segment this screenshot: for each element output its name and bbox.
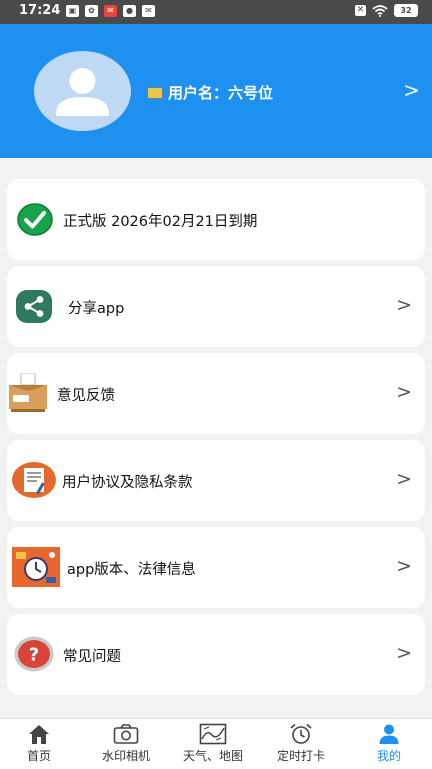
clock-illustration-icon	[12, 547, 60, 587]
feedback-label: 意见反馈	[57, 388, 115, 404]
user-agreement-label: 用户协议及隐私条款	[62, 475, 193, 491]
share-app-item[interactable]: 分享app >	[7, 266, 425, 347]
tab-home[interactable]: 首页	[0, 719, 82, 769]
username-label: 用户名：六号位	[168, 84, 274, 102]
battery-icon: 32	[394, 4, 418, 17]
alarm-icon	[290, 723, 312, 744]
notification-icon: ▣	[66, 5, 79, 17]
notification-icon: ✉	[104, 5, 117, 17]
tab-scheduled-checkin[interactable]: 定时打卡	[258, 719, 344, 769]
share-icon	[16, 290, 52, 323]
map-icon	[199, 723, 227, 745]
tab-watermark-camera[interactable]: 水印相机	[83, 719, 169, 769]
app-version-item[interactable]: app版本、法律信息 >	[7, 527, 425, 608]
id-card-icon	[147, 86, 163, 99]
faq-label: 常见问题	[63, 649, 121, 665]
feedback-item[interactable]: 意见反馈 >	[7, 353, 425, 434]
svg-text:?: ?	[29, 645, 39, 666]
username: 用户名：六号位	[147, 82, 273, 103]
notification-icon: ✿	[85, 5, 98, 17]
question-icon: ?	[14, 636, 54, 672]
mail-icon: ✉	[142, 5, 155, 17]
tab-mine-label: 我的	[376, 749, 401, 763]
status-bar: 17:24 ▣ ✿ ✉ ● ✉ ✕ 32	[0, 0, 432, 24]
share-app-label: 分享app	[68, 301, 125, 317]
bottom-nav: 首页 水印相机 天气、地图 定时打卡 我的	[0, 718, 432, 769]
home-icon	[29, 725, 49, 744]
person-avatar-icon	[56, 68, 109, 116]
camera-icon	[113, 724, 139, 744]
tab-watermark-camera-label: 水印相机	[101, 749, 150, 763]
wifi-icon	[372, 4, 388, 17]
profile-header[interactable]: 用户名：六号位 >	[0, 24, 432, 158]
person-icon	[379, 724, 399, 744]
status-time: 17:24	[19, 3, 61, 18]
faq-item[interactable]: ? 常见问题 >	[7, 614, 425, 695]
chevron-right-icon: >	[396, 642, 412, 664]
chevron-right-icon: >	[396, 468, 412, 490]
notification-icon: ●	[123, 5, 136, 17]
check-circle-icon	[17, 203, 53, 236]
app-version-label: app版本、法律信息	[67, 562, 196, 578]
tab-weather-map[interactable]: 天气、地图	[170, 719, 256, 769]
subscription-card: 正式版 2026年02月21日到期	[7, 179, 425, 260]
chevron-right-icon: >	[396, 555, 412, 577]
avatar[interactable]	[34, 51, 131, 131]
user-agreement-item[interactable]: 用户协议及隐私条款 >	[7, 440, 425, 521]
mute-icon: ✕	[355, 5, 366, 16]
feedback-box-icon	[9, 373, 47, 412]
tab-mine[interactable]: 我的	[346, 719, 432, 769]
tab-weather-map-label: 天气、地图	[182, 749, 243, 763]
tab-home-label: 首页	[26, 749, 51, 763]
chevron-right-icon: >	[396, 294, 412, 316]
subscription-label: 正式版 2026年02月21日到期	[63, 214, 258, 230]
chevron-right-icon: >	[396, 381, 412, 403]
tab-scheduled-checkin-label: 定时打卡	[276, 749, 325, 763]
document-icon	[12, 462, 56, 498]
profile-arrow-icon[interactable]: >	[403, 78, 420, 102]
